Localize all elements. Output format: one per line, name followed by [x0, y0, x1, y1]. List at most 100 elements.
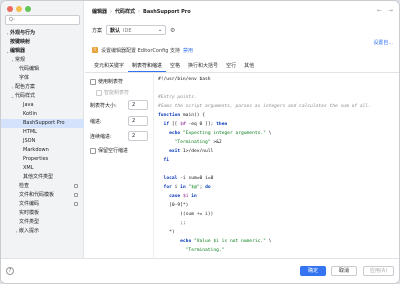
- code-token: case: [169, 194, 181, 199]
- sidebar-item[interactable]: 字体: [1, 74, 84, 83]
- tab[interactable]: 空行: [222, 62, 240, 72]
- tab[interactable]: 换行和大括号: [184, 62, 222, 72]
- tab-divider: [85, 72, 399, 73]
- editorconfig-text: 设置编辑器配置 EditorConfig 支持: [101, 47, 181, 54]
- code-token: for: [163, 185, 172, 190]
- editorconfig-banner: ! 设置编辑器配置 EditorConfig 支持 禁用: [92, 46, 193, 54]
- zoom-window-button[interactable]: [25, 6, 31, 12]
- sidebar-item[interactable]: Kotlin: [1, 110, 84, 119]
- tab[interactable]: 变元和关键字: [90, 62, 128, 72]
- tab[interactable]: 空格: [166, 62, 184, 72]
- sidebar-item[interactable]: 文件和代码模板: [1, 191, 84, 200]
- scheme-dropdown[interactable]: 默认 IDE ⌄: [106, 25, 167, 35]
- cont-indent-input[interactable]: 2: [128, 131, 148, 141]
- code-token: *): [158, 230, 175, 235]
- code-token: #Entry points.: [158, 95, 197, 100]
- settings-search-input[interactable]: Q-: [5, 15, 80, 25]
- sidebar-item[interactable]: ⌄ 编辑器: [1, 47, 84, 56]
- ok-button[interactable]: 确定: [300, 266, 326, 276]
- sidebar-item[interactable]: XML: [1, 164, 84, 173]
- cont-indent-label: 连续缩进:: [90, 134, 112, 140]
- code-token: exit: [169, 149, 181, 154]
- sidebar-item-label: 按键映射: [10, 39, 31, 45]
- code-token: local: [163, 176, 178, 181]
- sidebar-item[interactable]: Properties: [1, 155, 84, 164]
- sidebar-item-label: 其他文件类型: [23, 174, 54, 180]
- nav-arrows: ← →: [377, 7, 393, 14]
- sidebar: Q- › 外观与行为 按键映射 ⌄ 编辑器 › 常规 代码编辑字体 › 配色方案 ⌄ 代码样式 Java…: [1, 1, 84, 283]
- sidebar-item[interactable]: › 常规: [1, 56, 84, 65]
- code-preview[interactable]: #!/usr/bin/env bash #Entry points. #Sums t…: [153, 74, 399, 260]
- sidebar-item-label: 字体: [19, 75, 30, 81]
- sidebar-item[interactable]: 按键映射: [1, 38, 84, 47]
- indent-label: 缩进:: [90, 119, 102, 125]
- keep-indent-option[interactable]: 保留空行缩进: [90, 147, 128, 154]
- set-from-link[interactable]: 设置自...: [373, 39, 393, 46]
- sidebar-item[interactable]: › 外观与行为: [1, 29, 84, 38]
- sidebar-item[interactable]: ⌄ 代码样式: [1, 92, 84, 101]
- sidebar-item[interactable]: BashSupport Pro: [1, 119, 84, 128]
- sidebar-item[interactable]: Java: [1, 101, 84, 110]
- scheme-label: 方案: [92, 27, 103, 34]
- code-token: "Terminating": [158, 140, 211, 145]
- scheme-value: 默认: [110, 27, 121, 34]
- forward-arrow-icon[interactable]: →: [388, 7, 393, 14]
- sidebar-item[interactable]: › 嵌入提示: [1, 227, 84, 236]
- sidebar-item[interactable]: 检查: [1, 182, 84, 191]
- use-tab-checkbox[interactable]: [90, 78, 96, 85]
- sidebar-item[interactable]: 文件编码: [1, 200, 84, 209]
- use-tab-option[interactable]: 使用制表符: [90, 78, 123, 85]
- tab[interactable]: 其他: [240, 62, 258, 72]
- use-tab-label: 使用制表符: [98, 79, 124, 85]
- keep-indent-checkbox[interactable]: [90, 147, 96, 154]
- code-line: function main() {: [158, 112, 205, 119]
- code-token: #!/usr/bin/env bash: [158, 77, 211, 82]
- sidebar-item[interactable]: Markdown: [1, 146, 84, 155]
- gear-icon[interactable]: ⚙: [170, 27, 175, 34]
- sidebar-item[interactable]: 其他文件类型: [1, 173, 84, 182]
- code-token: 1>/dev/null: [180, 149, 214, 154]
- sidebar-item-label: Properties: [23, 156, 49, 162]
- code-token: do: [205, 185, 211, 190]
- code-token: \: [265, 239, 272, 244]
- tab-size-label: 制表符大小:: [90, 103, 117, 109]
- close-window-button[interactable]: [7, 6, 13, 12]
- code-line: if [[ $# -eq 0 ]]; then: [158, 121, 228, 128]
- code-token: then: [216, 122, 228, 127]
- code-token: "$@": [185, 185, 200, 190]
- settings-tree: › 外观与行为 按键映射 ⌄ 编辑器 › 常规 代码编辑字体 › 配色方案 ⌄ 代码样式 Java Kot…: [1, 29, 84, 236]
- indent-input[interactable]: 2: [128, 116, 148, 126]
- main-panel: 编辑器 › 代码样式 › BashSupport Pro ← → 方案 默认 ID…: [85, 1, 399, 283]
- sidebar-item-label: 代码编辑: [19, 66, 40, 72]
- chevron-down-icon: ⌄: [157, 27, 163, 33]
- code-line: "Terminating" >&2: [158, 139, 222, 146]
- back-arrow-icon[interactable]: ←: [377, 7, 382, 14]
- smart-tab-label: 智能制表符: [104, 90, 130, 96]
- sidebar-item[interactable]: 代码编辑: [1, 65, 84, 74]
- code-token: "Terminating.": [158, 248, 225, 253]
- code-token: -eq 0 ]];: [185, 122, 217, 127]
- sidebar-item-label: 文件编码: [19, 201, 40, 207]
- minimize-window-button[interactable]: [16, 6, 22, 12]
- keep-indent-label: 保留空行缩进: [98, 148, 129, 154]
- code-line: ((sum += i)): [158, 211, 213, 218]
- tab-size-input[interactable]: 2: [128, 100, 148, 110]
- cancel-button[interactable]: 取消: [331, 266, 357, 276]
- code-line: #Entry points.: [158, 94, 197, 101]
- disable-link[interactable]: 禁用: [183, 47, 193, 54]
- code-line: #!/usr/bin/env bash: [158, 76, 211, 83]
- sidebar-item-label: 实时模板: [19, 210, 40, 216]
- help-icon[interactable]: ?: [6, 267, 14, 275]
- sidebar-item[interactable]: 实时模板: [1, 209, 84, 218]
- breadcrumb-code-style[interactable]: 代码样式: [115, 8, 135, 15]
- tab[interactable]: 制表符和缩进: [128, 62, 167, 72]
- code-line: echo "Value $i is not numeric." \: [158, 238, 271, 245]
- sidebar-item[interactable]: › 配色方案: [1, 83, 84, 92]
- sidebar-item[interactable]: HTML: [1, 128, 84, 137]
- code-token: >&2: [210, 140, 222, 145]
- sidebar-item[interactable]: JSON: [1, 137, 84, 146]
- sidebar-item[interactable]: 文件类型: [1, 218, 84, 227]
- breadcrumb-editor[interactable]: 编辑器: [92, 8, 107, 15]
